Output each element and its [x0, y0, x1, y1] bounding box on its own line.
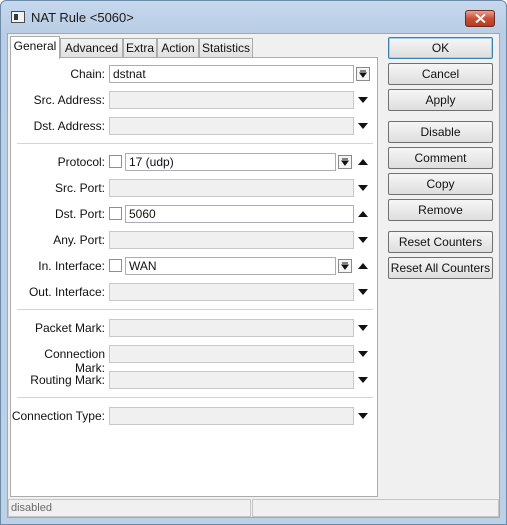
general-tab-panel: Chain: dstnat Src. Address: Dst. Address…: [10, 57, 378, 497]
connection-mark-label: Connection Mark:: [44, 347, 105, 375]
section-divider: [17, 309, 373, 310]
protocol-field[interactable]: 17 (udp): [125, 153, 336, 171]
dst-port-negate-checkbox[interactable]: [109, 207, 122, 220]
in-interface-collapse-icon[interactable]: [357, 261, 369, 271]
close-x-icon: [475, 14, 486, 23]
chain-dropdown-button[interactable]: [356, 67, 370, 81]
remove-button[interactable]: Remove: [388, 199, 493, 221]
window-app-icon: [11, 11, 25, 23]
status-bar: disabled: [8, 499, 499, 517]
dst-port-collapse-icon[interactable]: [357, 209, 369, 219]
out-interface-label: Out. Interface:: [28, 285, 105, 299]
packet-mark-expand-icon[interactable]: [357, 323, 369, 333]
dialog-body: General Advanced Extra Action Statistics…: [7, 33, 500, 518]
comment-button[interactable]: Comment: [388, 147, 493, 169]
any-port-label: Any. Port:: [53, 233, 105, 247]
in-interface-dropdown-button[interactable]: [338, 259, 352, 273]
status-text-secondary: [252, 499, 499, 517]
any-port-expand-icon[interactable]: [357, 235, 369, 245]
status-text: disabled: [8, 499, 251, 517]
tab-general[interactable]: General: [10, 36, 60, 59]
protocol-negate-checkbox[interactable]: [109, 155, 122, 168]
tab-statistics[interactable]: Statistics: [199, 38, 253, 58]
protocol-label: Protocol:: [57, 155, 105, 169]
reset-counters-button[interactable]: Reset Counters: [388, 231, 493, 253]
ok-button[interactable]: OK: [388, 37, 493, 59]
any-port-field[interactable]: [109, 231, 354, 249]
dst-address-expand-icon[interactable]: [357, 121, 369, 131]
section-divider: [17, 397, 373, 398]
nat-rule-window: NAT Rule <5060> General Advanced Extra A…: [0, 0, 507, 525]
title-bar[interactable]: NAT Rule <5060>: [1, 1, 506, 33]
dst-address-field[interactable]: [109, 117, 354, 135]
packet-mark-field[interactable]: [109, 319, 354, 337]
connection-type-field[interactable]: [109, 407, 354, 425]
chain-label: Chain:: [70, 67, 105, 81]
dst-port-field[interactable]: 5060: [125, 205, 354, 223]
chevron-down-icon: [341, 158, 349, 166]
reset-all-counters-button[interactable]: Reset All Counters: [388, 257, 493, 279]
dst-port-label: Dst. Port:: [54, 207, 105, 221]
tab-action[interactable]: Action: [157, 38, 199, 58]
section-divider: [17, 143, 373, 144]
disable-button[interactable]: Disable: [388, 121, 493, 143]
in-interface-negate-checkbox[interactable]: [109, 259, 122, 272]
chain-field[interactable]: dstnat: [109, 65, 354, 83]
routing-mark-label: Routing Mark:: [30, 373, 105, 387]
src-address-expand-icon[interactable]: [357, 95, 369, 105]
close-button[interactable]: [465, 10, 495, 27]
window-title: NAT Rule <5060>: [31, 10, 134, 25]
out-interface-expand-icon[interactable]: [357, 287, 369, 297]
copy-button[interactable]: Copy: [388, 173, 493, 195]
routing-mark-expand-icon[interactable]: [357, 375, 369, 385]
in-interface-field[interactable]: WAN: [125, 257, 336, 275]
cancel-button[interactable]: Cancel: [388, 63, 493, 85]
connection-type-expand-icon[interactable]: [357, 411, 369, 421]
apply-button[interactable]: Apply: [388, 89, 493, 111]
chevron-down-icon: [341, 262, 349, 270]
chevron-down-icon: [359, 70, 367, 78]
protocol-dropdown-button[interactable]: [338, 155, 352, 169]
connection-type-label: Connection Type:: [11, 409, 105, 423]
connection-mark-field[interactable]: [109, 345, 354, 363]
tab-advanced[interactable]: Advanced: [60, 38, 123, 58]
connection-mark-expand-icon[interactable]: [357, 349, 369, 359]
routing-mark-field[interactable]: [109, 371, 354, 389]
protocol-collapse-icon[interactable]: [357, 157, 369, 167]
out-interface-field[interactable]: [109, 283, 354, 301]
src-port-label: Src. Port:: [54, 181, 105, 195]
src-port-expand-icon[interactable]: [357, 183, 369, 193]
src-address-field[interactable]: [109, 91, 354, 109]
tab-extra[interactable]: Extra: [123, 38, 157, 58]
in-interface-label: In. Interface:: [38, 259, 105, 273]
packet-mark-label: Packet Mark:: [34, 321, 105, 335]
src-address-label: Src. Address:: [33, 93, 105, 107]
dst-address-label: Dst. Address:: [33, 119, 105, 133]
src-port-field[interactable]: [109, 179, 354, 197]
